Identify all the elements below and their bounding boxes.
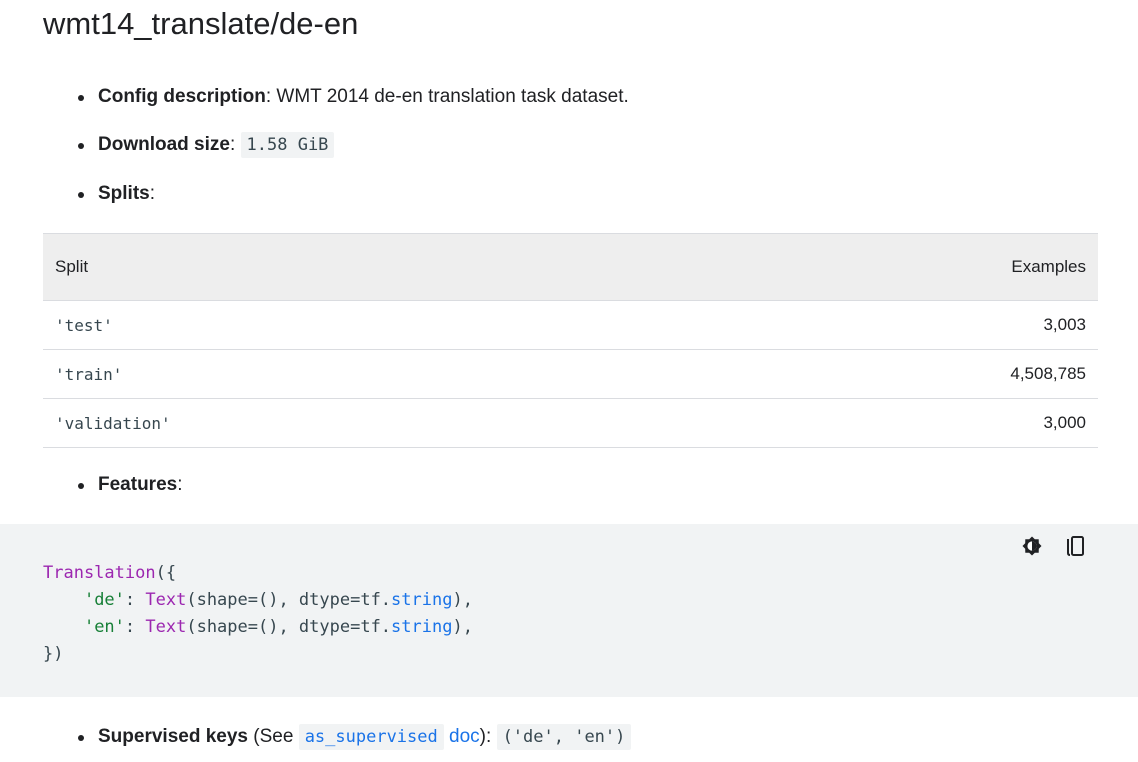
code-punct: ),: [452, 590, 473, 610]
examples-count-cell: 3,003: [658, 300, 1098, 350]
supervised-keys-label: Supervised keys: [98, 726, 248, 747]
as-supervised-link[interactable]: as_supervised: [298, 724, 444, 750]
table-row: 'validation' 3,000: [43, 398, 1098, 448]
features-label: Features: [98, 474, 178, 495]
download-size-label: Download size: [98, 134, 230, 155]
table-row: 'test' 3,003: [43, 300, 1098, 350]
table-header-row: Split Examples: [43, 233, 1098, 301]
supervised-keys-value: ('de', 'en'): [496, 724, 632, 750]
splits-table: Split Examples 'test' 3,003 'train' 4,50…: [43, 233, 1098, 448]
code-args: (shape=(), dtype=tf.: [186, 617, 392, 637]
code-function-name: Text: [145, 590, 187, 610]
code-punct: ),: [452, 617, 473, 637]
download-size-sep: :: [229, 134, 241, 155]
split-name-cell: 'validation': [43, 398, 659, 448]
split-name-cell: 'train': [43, 349, 659, 399]
code-string: 'en': [83, 617, 125, 637]
code-args: (shape=(), dtype=tf.: [186, 590, 392, 610]
supervised-keys-post: ):: [479, 726, 497, 747]
code-punct: :: [124, 590, 146, 610]
page-title: wmt14_translate/de-en: [43, 6, 359, 41]
code-type: string: [391, 617, 453, 637]
split-name-cell: 'test': [43, 300, 659, 350]
code-string: 'de': [83, 590, 125, 610]
doc-link[interactable]: doc: [449, 726, 480, 747]
column-header-examples: Examples: [658, 233, 1098, 301]
features-item: Features:: [77, 472, 183, 498]
theme-toggle-icon[interactable]: [1020, 534, 1044, 558]
config-description-label: Config description: [98, 86, 266, 107]
splits-item: Splits:: [77, 181, 156, 207]
copy-icon[interactable]: [1064, 534, 1088, 558]
examples-count-cell: 4,508,785: [658, 349, 1098, 399]
examples-count-cell: 3,000: [658, 398, 1098, 448]
code-function-name: Translation: [43, 563, 156, 583]
code-type: string: [391, 590, 453, 610]
code-punct: ({: [155, 563, 177, 583]
code-function-name: Text: [145, 617, 187, 637]
column-header-split: Split: [43, 233, 659, 301]
config-description-text: : WMT 2014 de-en translation task datase…: [265, 86, 629, 107]
supervised-keys-pre: (See: [247, 726, 299, 747]
table-row: 'train' 4,508,785: [43, 349, 1098, 399]
download-size-item: Download size: 1.58 GiB: [77, 132, 335, 158]
code-punct: :: [124, 617, 146, 637]
features-code-block: Translation({ 'de': Text(shape=(), dtype…: [0, 524, 1138, 697]
download-size-value: 1.58 GiB: [240, 132, 335, 158]
supervised-keys-item: Supervised keys (See as_supervised doc):…: [77, 724, 632, 750]
code-punct: }): [43, 644, 64, 664]
config-description-item: Config description: WMT 2014 de-en trans…: [78, 84, 629, 110]
features-sep: :: [177, 474, 183, 495]
splits-sep: :: [149, 183, 156, 204]
features-code: Translation({ 'de': Text(shape=(), dtype…: [43, 560, 473, 668]
splits-label: Splits: [98, 183, 150, 204]
